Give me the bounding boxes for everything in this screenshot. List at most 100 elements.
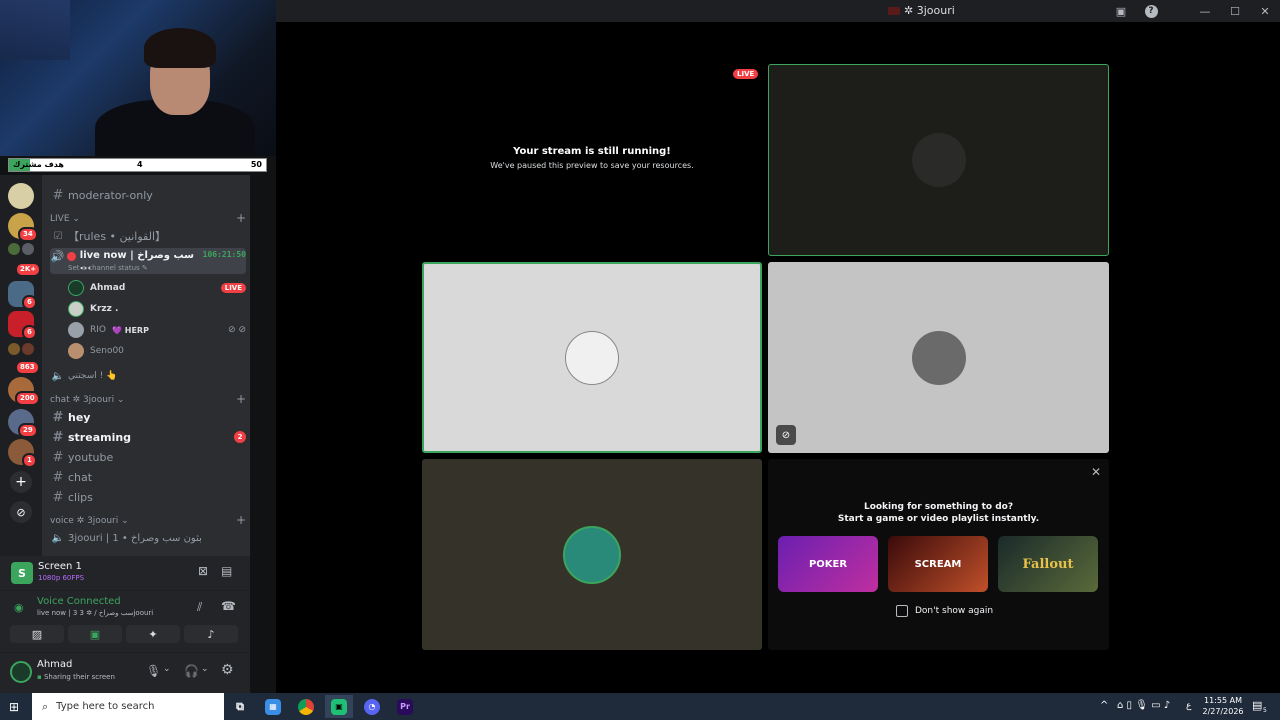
hash-icon: #	[52, 469, 64, 485]
language-indicator[interactable]: ع	[1186, 701, 1191, 711]
chrome-icon[interactable]	[292, 695, 320, 718]
screen-share-icon: ▣	[89, 627, 101, 641]
dont-show-again-checkbox[interactable]: Don't show again	[896, 605, 993, 617]
server-icon[interactable]	[8, 183, 34, 209]
avatar[interactable]	[10, 661, 32, 683]
windows-taskbar: ⊞ ⌕ Type here to search ⧉ ▦ ▣ ◔ Pr ^ ⌂ ▯…	[0, 693, 1280, 720]
channel-voice-main[interactable]: 🔈 3joouri | 1 • بثون سب وصراخ	[50, 529, 246, 547]
voice-user[interactable]: Seno00	[68, 341, 246, 361]
video-tile[interactable]: ⊘	[768, 262, 1109, 453]
channel-chat[interactable]: # chat	[50, 468, 246, 486]
set-channel-status[interactable]: Set a channel status ✎	[68, 264, 148, 272]
scream-activity-card[interactable]: SCREAM	[888, 536, 988, 592]
tray-icons[interactable]: ⌂ ▯ 🎙 ▭ ♪	[1117, 700, 1170, 711]
poker-activity-card[interactable]: POKER	[778, 536, 878, 592]
category-voice[interactable]: voice ✲ 3joouri ⌄ +	[50, 514, 246, 526]
discord-app-icon[interactable]: ◔	[358, 695, 386, 718]
server-icon	[888, 6, 900, 15]
voice-user[interactable]: RIO 💜 HERP ⊘ ⊘	[68, 320, 246, 340]
add-channel-icon[interactable]: +	[236, 393, 246, 405]
maximize-icon[interactable]: ☐	[1220, 0, 1250, 22]
microphone-icon[interactable]: 🎙	[146, 664, 161, 678]
headphones-icon[interactable]: 🎧	[184, 664, 199, 678]
card-label: POKER	[808, 558, 848, 570]
user-name: Krzz .	[90, 304, 119, 314]
task-view-icon[interactable]: ⧉	[226, 695, 254, 718]
add-channel-icon[interactable]: +	[236, 212, 246, 224]
activities-icon: ✦	[148, 627, 158, 641]
obs-app-icon[interactable]: ▣	[325, 695, 353, 718]
live-badge: LIVE	[220, 283, 246, 293]
minimize-icon[interactable]: —	[1190, 0, 1220, 22]
close-icon[interactable]: ✕	[1091, 465, 1101, 479]
windows-start-icon[interactable]: ⊞	[9, 700, 19, 714]
inbox-icon[interactable]: ▣	[1106, 0, 1136, 22]
add-server-icon[interactable]: +	[10, 471, 32, 493]
card-label: SCREAM	[914, 558, 962, 570]
chevron-down-icon[interactable]: ⌄	[163, 664, 171, 674]
server-icon[interactable]	[22, 243, 34, 255]
channel-name: hey	[68, 410, 91, 424]
clock[interactable]: 11:55 AM 2/27/2026	[1200, 695, 1246, 717]
premiere-app-icon[interactable]: Pr	[391, 695, 419, 718]
server-icon[interactable]	[8, 243, 20, 255]
camera-off-icon: ⊘	[776, 425, 796, 445]
add-channel-icon[interactable]: +	[236, 514, 246, 526]
user-name: Ahmad	[37, 659, 73, 670]
hash-icon: #	[52, 187, 64, 203]
voice-user[interactable]: Ahmad LIVE	[68, 278, 246, 298]
channel-streaming[interactable]: # streaming 2	[50, 428, 246, 446]
server-icon[interactable]	[8, 343, 20, 355]
channel-youtube[interactable]: # youtube	[50, 448, 246, 466]
screen-icon: ▪	[37, 673, 42, 681]
chevron-down-icon[interactable]: ⌄	[201, 664, 209, 674]
user-name: Seno00	[90, 346, 124, 356]
voice-status: Voice Connected	[37, 596, 121, 607]
video-tile[interactable]	[768, 64, 1109, 256]
live-badge: LIVE	[733, 69, 759, 79]
server-badge: 34	[18, 227, 38, 242]
help-icon[interactable]: ?	[1136, 0, 1166, 22]
channel-name: streaming	[68, 430, 132, 444]
category-chat[interactable]: chat ✲ 3joouri ⌄ +	[50, 393, 246, 405]
discover-icon[interactable]: ⊘	[10, 501, 32, 523]
soundboard-button[interactable]: ♪	[184, 625, 238, 643]
stream-paused-message: Your stream is still running! We've paus…	[422, 146, 762, 170]
channel-afk-voice[interactable]: 🔈 اسجتني ! 👆	[50, 367, 246, 385]
chevron-up-icon[interactable]: ^	[1100, 700, 1108, 711]
category-live[interactable]: LIVE ⌄ +	[50, 212, 246, 224]
clock-time: 11:55 AM	[1204, 696, 1242, 705]
video-tile[interactable]	[422, 459, 762, 650]
search-icon: ⌕	[42, 699, 49, 713]
server-icon[interactable]	[22, 343, 34, 355]
fallout-activity-card[interactable]: Fallout	[998, 536, 1098, 592]
stop-stream-icon[interactable]: ⊠	[198, 564, 208, 578]
channel-rules[interactable]: ☑ 【rules • القوانين】	[50, 227, 246, 245]
muted-deafened-icon: ⊘ ⊘	[228, 325, 246, 335]
webcam-overlay	[0, 0, 276, 156]
channel-clips[interactable]: # clips	[50, 488, 246, 506]
file-explorer-icon[interactable]: ▦	[259, 695, 287, 718]
disconnect-icon[interactable]: ☎	[221, 599, 236, 613]
channel-moderator-only[interactable]: # moderator-only	[50, 186, 246, 204]
video-tile[interactable]	[422, 262, 762, 453]
avatar	[911, 133, 966, 187]
promo-subtitle: Start a game or video playlist instantly…	[837, 514, 1040, 524]
taskbar-search[interactable]: ⌕ Type here to search	[32, 693, 224, 720]
screen-share-button[interactable]: ▣	[68, 625, 122, 643]
paused-subtitle: We've paused this preview to save your r…	[490, 161, 694, 170]
checkbox-icon[interactable]	[896, 605, 908, 617]
gear-icon[interactable]: ⚙	[221, 662, 234, 678]
notification-count: 5	[1261, 707, 1269, 714]
voice-connected-panel: ◉ Voice Connected live now | 3 سب وصراخ …	[0, 590, 250, 652]
screen-icon: S	[11, 562, 33, 584]
camera-off-button[interactable]: ▨	[10, 625, 64, 643]
channel-hey[interactable]: # hey	[50, 408, 246, 426]
noise-suppression-icon[interactable]: ⫽	[197, 600, 202, 615]
activities-button[interactable]: ✦	[126, 625, 180, 643]
speaker-icon: 🔈	[51, 370, 65, 382]
voice-user[interactable]: Krzz .	[68, 299, 246, 319]
stream-settings-icon[interactable]: ▤	[221, 564, 232, 578]
close-icon[interactable]: ✕	[1250, 0, 1280, 22]
signal-icon[interactable]: ◉	[14, 601, 24, 614]
